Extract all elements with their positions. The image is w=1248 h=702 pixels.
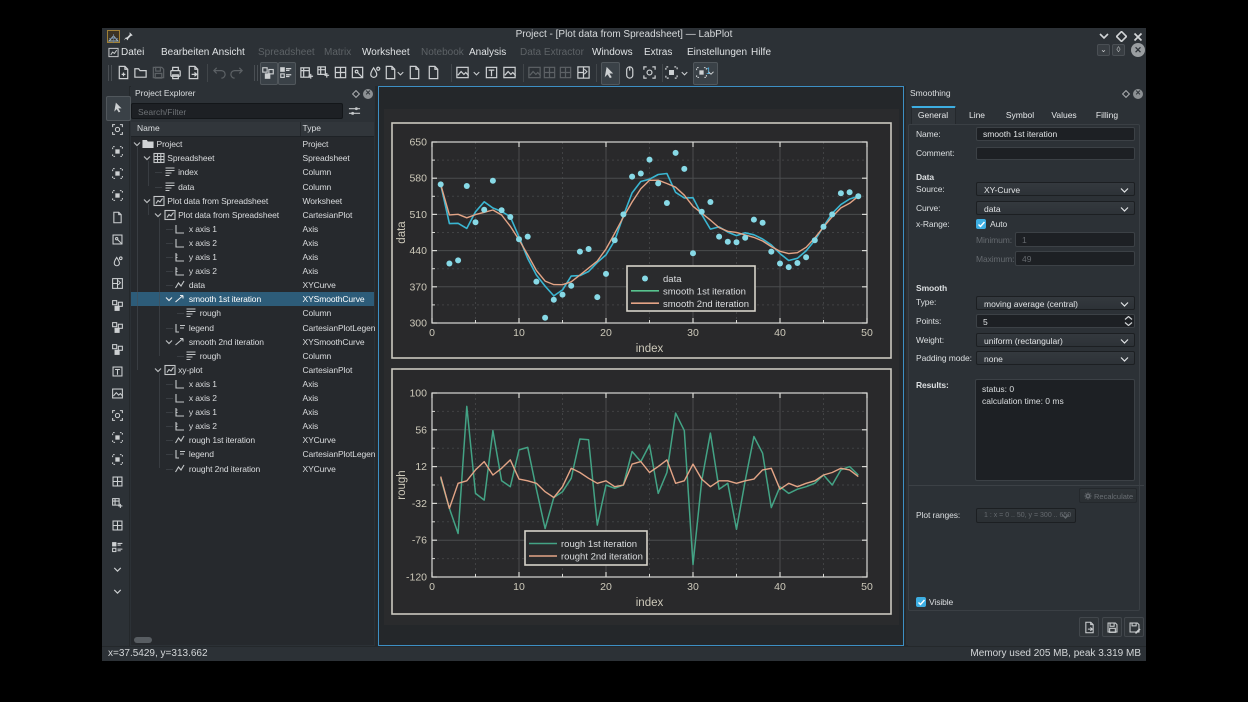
svg-text:30: 30: [687, 327, 699, 339]
svg-text:index: index: [636, 597, 664, 609]
svg-text:10: 10: [513, 327, 525, 339]
svg-text:56: 56: [415, 424, 427, 436]
svg-text:smooth 2nd iteration: smooth 2nd iteration: [663, 299, 749, 310]
svg-text:10: 10: [513, 581, 525, 593]
svg-text:index: index: [636, 343, 664, 355]
svg-text:rought 2nd iteration: rought 2nd iteration: [561, 552, 643, 563]
svg-text:data: data: [663, 274, 682, 285]
svg-text:40: 40: [774, 327, 786, 339]
svg-text:510: 510: [409, 209, 427, 221]
svg-text:0: 0: [429, 327, 435, 339]
svg-text:data: data: [396, 221, 408, 244]
svg-text:50: 50: [861, 581, 873, 593]
svg-text:40: 40: [774, 581, 786, 593]
svg-text:20: 20: [600, 327, 612, 339]
svg-text:580: 580: [409, 173, 427, 185]
svg-text:50: 50: [861, 327, 873, 339]
svg-text:300: 300: [409, 318, 427, 330]
svg-text:20: 20: [600, 581, 612, 593]
svg-text:-120: -120: [406, 572, 427, 584]
svg-text:650: 650: [409, 137, 427, 149]
svg-text:100: 100: [409, 388, 427, 400]
svg-text:smooth 1st iteration: smooth 1st iteration: [663, 287, 746, 298]
svg-text:370: 370: [409, 281, 427, 293]
svg-text:30: 30: [687, 581, 699, 593]
svg-text:440: 440: [409, 245, 427, 257]
svg-text:0: 0: [429, 581, 435, 593]
svg-text:rough: rough: [396, 470, 408, 499]
svg-text:12: 12: [415, 461, 427, 473]
svg-text:rough 1st iteration: rough 1st iteration: [561, 539, 637, 550]
svg-text:-32: -32: [412, 498, 427, 510]
svg-text:-76: -76: [412, 535, 427, 547]
